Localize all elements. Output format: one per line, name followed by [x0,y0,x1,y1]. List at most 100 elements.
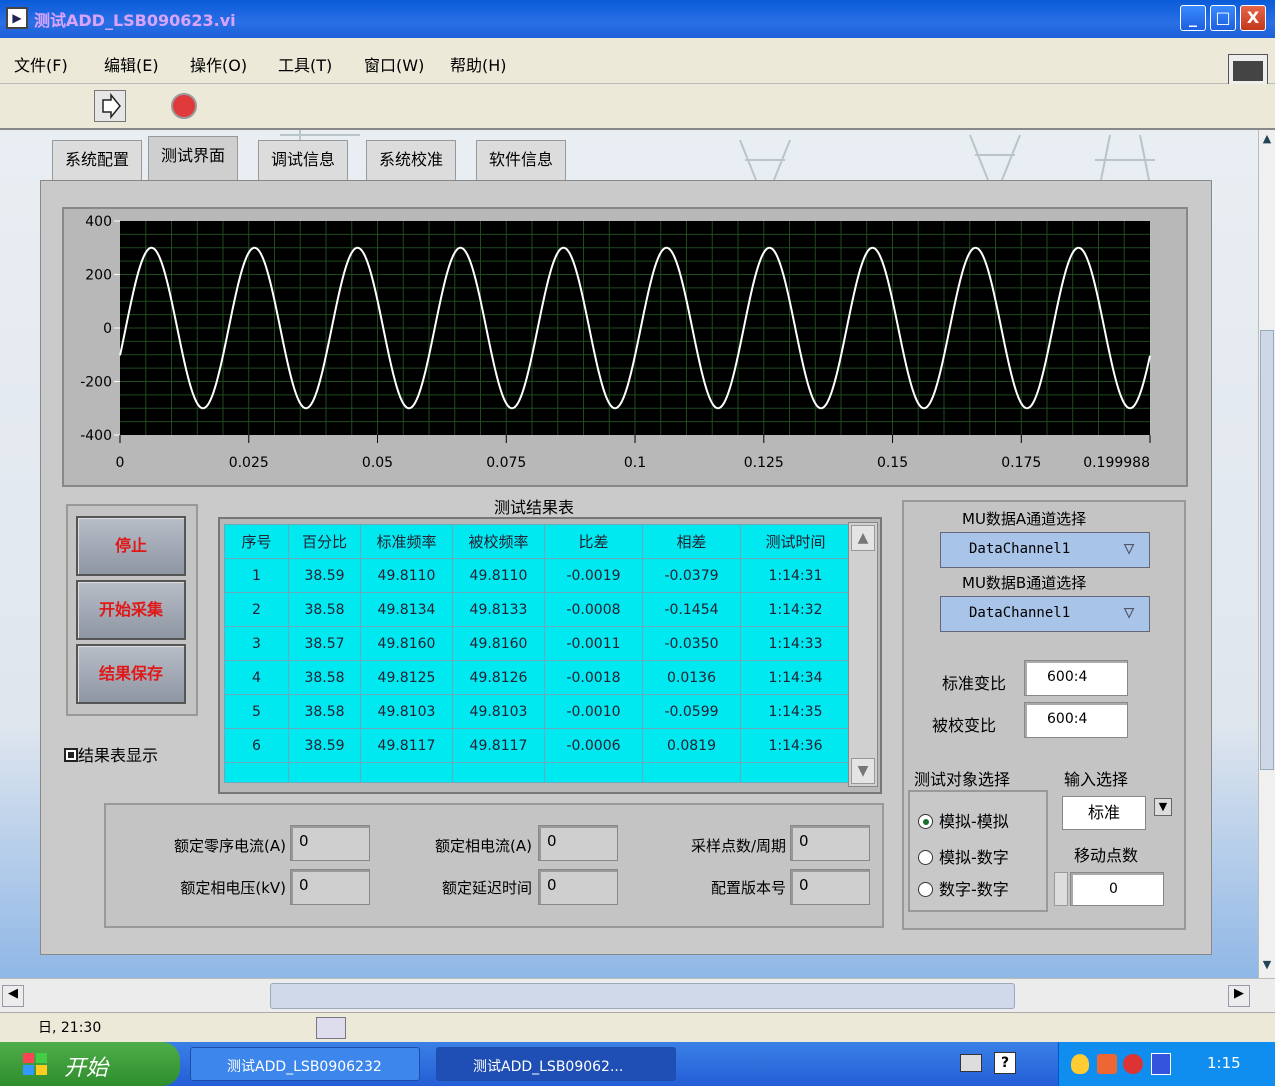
horizontal-scroll-thumb[interactable] [270,983,1015,1009]
table-cell [360,762,453,783]
std-ratio-label: 标准变比 [942,674,1007,693]
menu-window[interactable]: 窗口(W) [364,52,424,76]
table-header-cell: 标准频率 [360,524,453,559]
cal-ratio-field[interactable]: 600:4 [1024,702,1128,738]
shift-spinner[interactable] [1054,872,1068,906]
tab-test-interface[interactable]: 测试界面 [148,136,239,182]
shield-icon[interactable] [1071,1054,1089,1074]
scroll-right-icon[interactable]: ▶ [1228,985,1250,1007]
mu-a-channel-value: DataChannel1 [969,541,1071,557]
table-cell: 6 [224,728,289,763]
radio-analog-analog[interactable]: 模拟-模拟 [918,808,1009,832]
save-results-button[interactable]: 结果保存 [76,644,186,704]
y-tick-label: -200 [80,375,112,391]
radio-empty-icon [918,882,933,897]
waveform-chart: 4002000-200-4000 0.025 0.05 0.075 0.1 0.125 0.… [80,214,1151,471]
radio-digital-digital[interactable]: 数字-数字 [918,876,1009,900]
window-title: 测试ADD_LSB090623.vi [34,11,236,30]
menu-edit[interactable]: 编辑(E) [104,52,159,76]
maximize-button[interactable]: □ [1210,5,1236,31]
table-cell: 49.8134 [360,592,453,627]
stop-button[interactable]: 停止 [76,516,186,576]
task-folder[interactable]: 测试ADD_LSB0906232 [190,1047,420,1081]
minimize-button[interactable]: _ [1180,5,1206,31]
table-cell: 49.8126 [452,660,545,695]
tab-debug-info[interactable]: 调试信息 [258,140,349,180]
table-row[interactable]: 6 38.59 49.8117 49.8117 -0.0006 0.0819 1:14:36 [224,728,851,763]
keyboard-icon[interactable] [960,1054,982,1072]
status-dropdown[interactable] [316,1017,346,1039]
scroll-down-icon[interactable]: ▼ [1260,958,1274,976]
table-row[interactable]: 5 38.58 49.8103 49.8103 -0.0010 -0.0599 1:14:3… [224,694,851,729]
y-tick-label: 200 [85,268,112,284]
dropdown-arrow-icon[interactable]: ▼ [1154,798,1172,816]
clock: 1:15 [1207,1054,1241,1072]
rated-phase-current-field: 0 [538,825,618,861]
table-cell: 49.8160 [360,626,453,661]
show-table-checkbox[interactable]: 结果表显示 [64,742,158,766]
scroll-thumb[interactable] [1260,330,1274,770]
abort-button[interactable] [168,90,200,122]
antivirus-icon[interactable] [1123,1054,1143,1074]
table-cell: 1:14:32 [740,592,851,627]
radio-analog-digital[interactable]: 模拟-数字 [918,844,1009,868]
tab-software-info[interactable]: 软件信息 [476,140,567,180]
table-cell: 49.8103 [452,694,545,729]
monitor-icon[interactable] [1151,1053,1171,1075]
close-button[interactable]: X [1240,5,1266,31]
x-tick-label: 0 [116,455,125,471]
table-cell: 2 [224,592,289,627]
window-horizontal-scrollbar[interactable]: ◀ ▶ [0,978,1275,1012]
table-cell: 49.8117 [452,728,545,763]
table-cell: -0.1454 [642,592,741,627]
mu-a-channel-select[interactable]: DataChannel1 ▽ [940,532,1150,568]
menu-help[interactable]: 帮助(H) [450,52,507,76]
table-row[interactable]: 2 38.58 49.8134 49.8133 -0.0008 -0.1454 1:14:3… [224,592,851,627]
std-ratio-field[interactable]: 600:4 [1024,660,1128,696]
scroll-left-icon[interactable]: ◀ [2,985,24,1007]
table-cell [452,762,545,783]
menu-operate[interactable]: 操作(O) [190,52,247,76]
table-row[interactable] [224,762,851,783]
y-tick-label: 400 [85,214,112,230]
task-vi[interactable]: 测试ADD_LSB09062... [436,1047,676,1081]
checkbox-icon [64,748,78,762]
shift-points-field[interactable]: 0 [1070,872,1164,906]
tab-system-config[interactable]: 系统配置 [52,140,143,180]
scroll-up-icon[interactable]: ▲ [1260,132,1274,150]
menu-tools[interactable]: 工具(T) [278,52,332,76]
table-cell [544,762,643,783]
help-icon[interactable]: ? [994,1052,1016,1074]
show-table-label: 结果表显示 [78,746,159,765]
chevron-down-icon: ▽ [1123,538,1135,559]
tab-system-calibration[interactable]: 系统校准 [366,140,457,180]
scroll-up-icon[interactable]: ▲ [851,525,875,551]
x-tick-label: 0.175 [1001,455,1041,471]
mu-a-label: MU数据A通道选择 [962,510,1087,528]
window-vertical-scrollbar[interactable]: ▲ ▼ [1258,130,1275,978]
mu-b-channel-select[interactable]: DataChannel1 ▽ [940,596,1150,632]
rated-delay-field: 0 [538,869,618,905]
table-scrollbar[interactable]: ▲ ▼ [848,522,878,787]
table-cell [642,762,741,783]
table-cell: 38.58 [288,660,361,695]
table-cell: -0.0008 [544,592,643,627]
table-cell: -0.0379 [642,558,741,593]
run-arrow-button[interactable] [94,90,126,122]
scroll-down-icon[interactable]: ▼ [851,758,875,784]
x-tick-label: 0.15 [877,455,908,471]
table-cell: 1:14:33 [740,626,851,661]
table-row[interactable]: 3 38.57 49.8160 49.8160 -0.0011 -0.0350 1:14:3… [224,626,851,661]
radio-selected-icon [918,814,933,829]
start-acquire-button[interactable]: 开始采集 [76,580,186,640]
table-row[interactable]: 1 38.59 49.8110 49.8110 -0.0019 -0.0379 1:14:3… [224,558,851,593]
app-icon: ▶ [6,7,28,29]
table-cell [288,762,361,783]
table-row[interactable]: 4 38.58 49.8125 49.8126 -0.0018 0.0136 1:14:34 [224,660,851,695]
table-cell: 1:14:36 [740,728,851,763]
input-select-field[interactable]: 标准 [1062,796,1146,830]
table-cell: -0.0011 [544,626,643,661]
menu-file[interactable]: 文件(F) [14,52,68,76]
table-header-cell: 测试时间 [740,524,851,559]
network-icon[interactable] [1097,1054,1117,1074]
